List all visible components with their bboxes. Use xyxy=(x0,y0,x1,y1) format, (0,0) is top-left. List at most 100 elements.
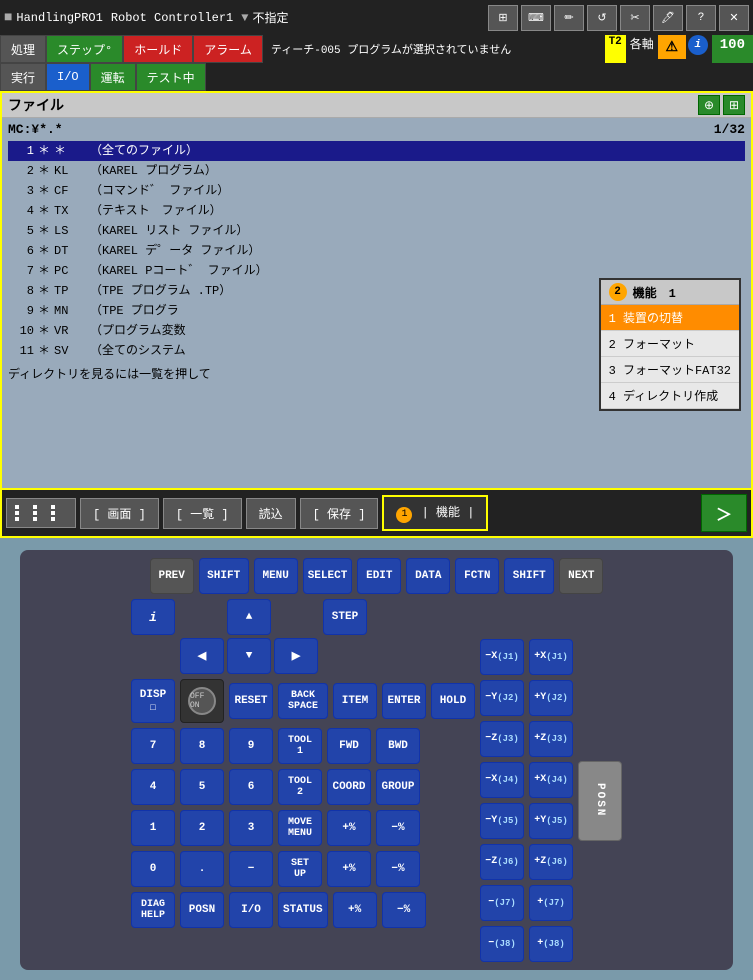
zoom-icon-btn[interactable]: ⊕ xyxy=(698,95,720,115)
key-backspace[interactable]: BACKSPACE xyxy=(278,683,328,719)
ctx-menu-item-2[interactable]: 2 フォーマット xyxy=(601,331,739,357)
key-arrow-down[interactable]: ▼ xyxy=(227,638,271,674)
menu-shori[interactable]: 処理 xyxy=(0,35,46,63)
grid-icon-btn[interactable]: ⊞ xyxy=(488,5,518,31)
key-minus-x-j1[interactable]: −X(J1) xyxy=(480,639,524,675)
key-posn[interactable]: POSN xyxy=(578,761,622,841)
key-select[interactable]: SELECT xyxy=(303,558,353,594)
key-group[interactable]: GROUP xyxy=(376,769,420,805)
key-minus[interactable]: − xyxy=(229,851,273,887)
file-row[interactable]: 5 ＊ LS （KAREL リスト ファイル） xyxy=(8,221,745,241)
key-data[interactable]: DATA xyxy=(406,558,450,594)
key-reset[interactable]: RESET xyxy=(229,683,273,719)
menu-alarm[interactable]: アラーム xyxy=(193,35,263,63)
file-row[interactable]: 1 ＊ ＊ （全てのファイル） xyxy=(8,141,745,161)
toolbar-next-arrow[interactable]: ＞ xyxy=(701,494,747,532)
key-dot[interactable]: . xyxy=(180,851,224,887)
file-row[interactable]: 6 ＊ DT （KAREL デ゜ータ ファイル） xyxy=(8,241,745,261)
key-minus-x-j4[interactable]: −X(J4) xyxy=(480,762,524,798)
key-minus-j8[interactable]: −(J8) xyxy=(480,926,524,962)
key-fwd[interactable]: FWD xyxy=(327,728,371,764)
toolbar-btn-read[interactable]: 読込 xyxy=(246,498,296,529)
key-4[interactable]: 4 xyxy=(131,769,175,805)
pen-icon-btn[interactable]: ✏ xyxy=(554,5,584,31)
key-arrow-up[interactable]: ▲ xyxy=(227,599,271,635)
menu-step[interactable]: ステップ° xyxy=(46,35,123,63)
key-shift-right[interactable]: SHIFT xyxy=(504,558,554,594)
key-plus-x-j4[interactable]: +X(J4) xyxy=(529,762,573,798)
key-item[interactable]: ITEM xyxy=(333,683,377,719)
ctx-menu-item-3[interactable]: 3 フォーマットFAT32 xyxy=(601,357,739,383)
key-hold[interactable]: HOLD xyxy=(431,683,475,719)
key-posn-bottom[interactable]: POSN xyxy=(180,892,224,928)
key-plus-j8[interactable]: +(J8) xyxy=(529,926,573,962)
key-minus-z-j6[interactable]: −Z(J6) xyxy=(480,844,524,880)
key-1[interactable]: 1 xyxy=(131,810,175,846)
menu-unten[interactable]: 運転 xyxy=(90,63,136,91)
key-next[interactable]: NEXT xyxy=(559,558,603,594)
toolbar-btn-list[interactable]: [ 一覧 ] xyxy=(163,498,242,529)
key-minus-pct[interactable]: −% xyxy=(376,810,420,846)
key-plus-j7[interactable]: +% xyxy=(333,892,377,928)
refresh-icon-btn[interactable]: ↺ xyxy=(587,5,617,31)
keyboard-icon-btn[interactable]: ⌨ xyxy=(521,5,551,31)
key-3[interactable]: 3 xyxy=(229,810,273,846)
key-edit[interactable]: EDIT xyxy=(357,558,401,594)
file-row[interactable]: 4 ＊ TX （テキスト ファイル） xyxy=(8,201,745,221)
key-0[interactable]: 0 xyxy=(131,851,175,887)
file-row[interactable]: 2 ＊ KL （KAREL プログラム） xyxy=(8,161,745,181)
key-plus-z-j6[interactable]: +Z(J6) xyxy=(529,844,573,880)
key-minus-j8[interactable]: −% xyxy=(382,892,426,928)
question-icon-btn[interactable]: ? xyxy=(686,5,716,31)
key-tool1[interactable]: TOOL1 xyxy=(278,728,322,764)
key-minus-j7[interactable]: −(J7) xyxy=(480,885,524,921)
key-plus-x-j1[interactable]: +X(J1) xyxy=(529,639,573,675)
key-minus-pct-2[interactable]: −% xyxy=(376,851,420,887)
key-arrow-right[interactable]: ▶ xyxy=(274,638,318,674)
key-step[interactable]: STEP xyxy=(323,599,367,635)
key-plus-y-j5[interactable]: +Y(J5) xyxy=(529,803,573,839)
key-minus-y-j2[interactable]: −Y(J2) xyxy=(480,680,524,716)
toolbar-btn-save[interactable]: [ 保存 ] xyxy=(300,498,379,529)
file-row[interactable]: 3 ＊ CF （コマンド゛ ファイル） xyxy=(8,181,745,201)
key-5[interactable]: 5 xyxy=(180,769,224,805)
menu-jikko[interactable]: 実行 xyxy=(0,63,46,91)
key-6[interactable]: 6 xyxy=(229,769,273,805)
key-8[interactable]: 8 xyxy=(180,728,224,764)
pen2-icon-btn[interactable]: 🖊 xyxy=(653,5,683,31)
key-9[interactable]: 9 xyxy=(229,728,273,764)
key-status-bottom[interactable]: STATUS xyxy=(278,892,328,928)
key-coord[interactable]: COORD xyxy=(327,769,371,805)
key-plus-pct-2[interactable]: +% xyxy=(327,851,371,887)
menu-io[interactable]: I/O xyxy=(46,63,90,91)
key-menu[interactable]: MENU xyxy=(254,558,298,594)
key-plus-y-j2[interactable]: +Y(J2) xyxy=(529,680,573,716)
grid-menu-btn[interactable] xyxy=(6,498,76,528)
key-minus-y-j5[interactable]: −Y(J5) xyxy=(480,803,524,839)
key-disp[interactable]: DISP □ xyxy=(131,679,175,723)
split-icon-btn[interactable]: ⊞ xyxy=(723,95,745,115)
key-bwd[interactable]: BWD xyxy=(376,728,420,764)
tool-icon-btn[interactable]: ✂ xyxy=(620,5,650,31)
key-enter[interactable]: ENTER xyxy=(382,683,426,719)
menu-hold[interactable]: ホールド xyxy=(123,35,193,63)
toolbar-btn-func[interactable]: 1 | 機能 | xyxy=(382,495,488,531)
key-info[interactable]: i xyxy=(131,599,175,635)
key-2[interactable]: 2 xyxy=(180,810,224,846)
key-diag-help[interactable]: DIAGHELP xyxy=(131,892,175,928)
key-io-bottom[interactable]: I/O xyxy=(229,892,273,928)
ctx-menu-item-1[interactable]: 1 装置の切替 xyxy=(601,305,739,331)
key-arrow-left[interactable]: ◀ xyxy=(180,638,224,674)
ctx-menu-item-4[interactable]: 4 ディレクトリ作成 xyxy=(601,383,739,409)
close-icon-btn[interactable]: ✕ xyxy=(719,5,749,31)
key-fctn[interactable]: FCTN xyxy=(455,558,499,594)
key-prev[interactable]: PREV xyxy=(150,558,194,594)
menu-test[interactable]: テスト中 xyxy=(136,63,206,91)
key-move-menu[interactable]: MOVEMENU xyxy=(278,810,322,846)
key-plus-z-j3[interactable]: +Z(J3) xyxy=(529,721,573,757)
key-minus-z-j3[interactable]: −Z(J3) xyxy=(480,721,524,757)
key-off-on[interactable]: OFF ON xyxy=(180,679,224,723)
key-shift-left[interactable]: SHIFT xyxy=(199,558,249,594)
key-tool2[interactable]: TOOL2 xyxy=(278,769,322,805)
key-plus-j7-2[interactable]: +(J7) xyxy=(529,885,573,921)
